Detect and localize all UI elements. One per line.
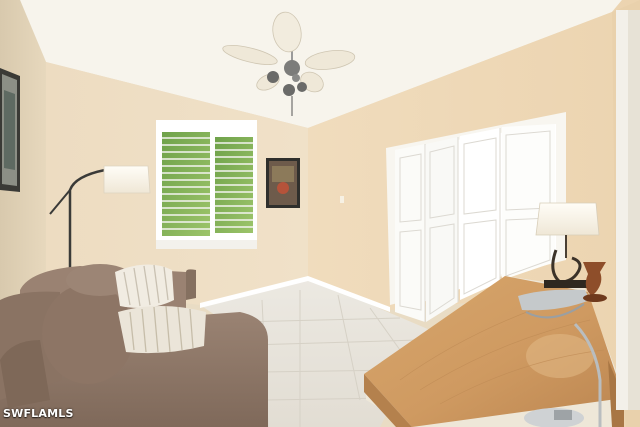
light-switch (340, 196, 344, 203)
shuttered-window (156, 120, 257, 249)
room-illustration (0, 0, 640, 427)
watermark-text: SWFLAMLS (3, 407, 74, 420)
right-doorway-trim (616, 10, 640, 410)
room-photo: SWFLAMLS (0, 0, 640, 427)
left-wall-picture (0, 68, 20, 192)
framed-picture (266, 158, 300, 208)
